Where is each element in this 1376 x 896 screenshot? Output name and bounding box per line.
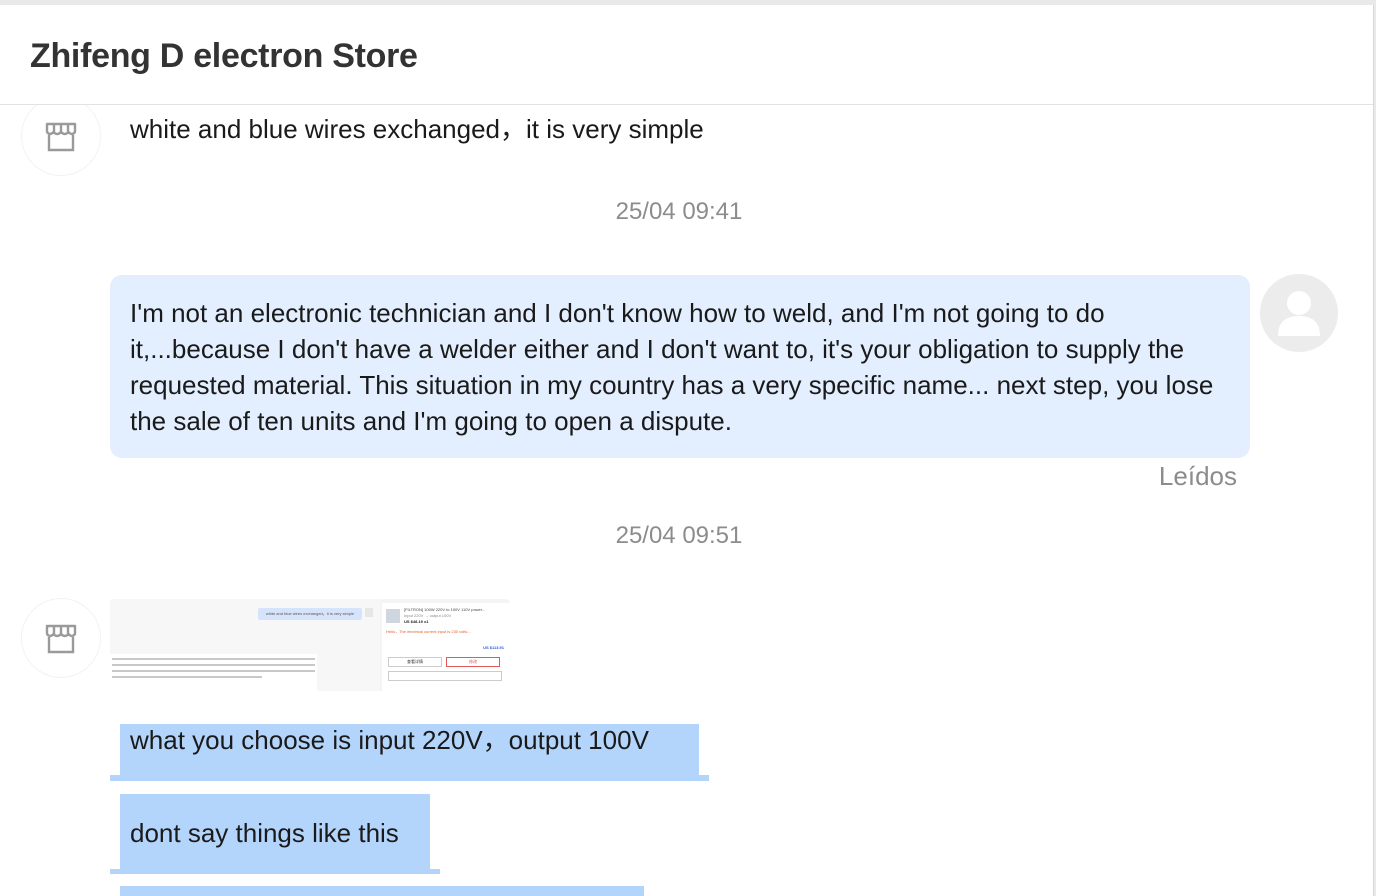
store-message: white and blue wires exchanged，it is ver…	[130, 114, 704, 144]
thumb-product-sub: Input 220V → output 100V	[404, 613, 452, 618]
read-status: Leídos	[1158, 461, 1237, 491]
thumb-text-block	[110, 654, 317, 691]
selection-highlight	[120, 886, 644, 896]
thumb-button: 修改	[446, 657, 500, 667]
thumb-warning: Hello，The electrical current input is 23…	[386, 629, 471, 634]
storefront-icon	[45, 624, 77, 654]
user-avatar[interactable]	[1260, 274, 1338, 352]
store-avatar[interactable]	[22, 599, 100, 677]
store-message: dont say things like this	[130, 818, 399, 848]
thumb-total: US $113.91	[483, 645, 504, 650]
thumb-product-price: US $48.19 x1	[404, 619, 429, 624]
chat-header: Zhifeng D electron Store	[0, 5, 1373, 105]
message-timestamp: 25/04 09:41	[615, 198, 743, 225]
user-silhouette-icon	[1278, 291, 1320, 336]
user-message-bubble: I'm not an electronic technician and I d…	[110, 275, 1250, 458]
thumb-product-title: [FILTRON] 100W 220V to 100V 110V power..…	[404, 607, 486, 612]
storefront-icon	[45, 122, 77, 152]
thumb-wide-button	[388, 671, 502, 681]
thumb-bubble: white and blue wires exchanged，it is ver…	[258, 608, 362, 620]
thumb-button: 查看详情	[388, 657, 442, 667]
thumb-avatar	[365, 608, 373, 617]
thumb-product-image	[386, 609, 400, 623]
store-name-title: Zhifeng D electron Store	[30, 37, 418, 75]
screenshot-image-message[interactable]: white and blue wires exchanged，it is ver…	[110, 599, 510, 691]
store-message: what you choose is input 220V，output 100…	[130, 725, 649, 755]
thumb-order-card: [FILTRON] 100W 220V to 100V 110V power..…	[382, 603, 510, 691]
selection-highlight	[110, 775, 709, 781]
selection-highlight	[110, 869, 440, 874]
chat-panel: Zhifeng D electron Store white and blue …	[0, 5, 1374, 896]
message-timestamp: 25/04 09:51	[615, 522, 743, 549]
store-avatar[interactable]	[22, 97, 100, 175]
